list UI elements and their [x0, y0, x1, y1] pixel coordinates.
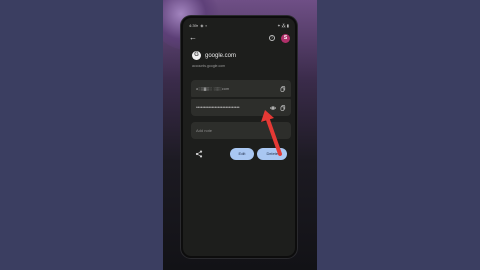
username-value: a░▒▓▒░ ░▒░com: [196, 86, 230, 91]
username-field[interactable]: a░▒▓▒░ ░▒░com: [191, 80, 291, 97]
avatar[interactable]: S: [281, 33, 290, 43]
status-time: 4:39: [189, 22, 197, 28]
status-right-icons: ✦ ⁂ ▮: [277, 22, 289, 28]
edit-button[interactable]: Edit: [229, 148, 255, 160]
site-url: accounts.google.com: [192, 64, 226, 68]
annotation-arrow-icon: [261, 110, 282, 156]
help-icon[interactable]: ?: [269, 35, 275, 41]
site-header: G google.com: [192, 51, 236, 60]
google-logo-icon: G: [192, 51, 201, 60]
top-app-bar: ← ? S: [189, 32, 290, 44]
share-icon[interactable]: [195, 150, 203, 158]
status-icons: ▪ ◈ ▪: [196, 22, 208, 28]
site-name: google.com: [205, 52, 237, 59]
copy-icon[interactable]: [280, 85, 286, 92]
status-bar: 4:39 ▪ ◈ ▪ ✦ ⁂ ▮: [189, 22, 289, 28]
arrow-back-icon[interactable]: ←: [189, 34, 197, 42]
